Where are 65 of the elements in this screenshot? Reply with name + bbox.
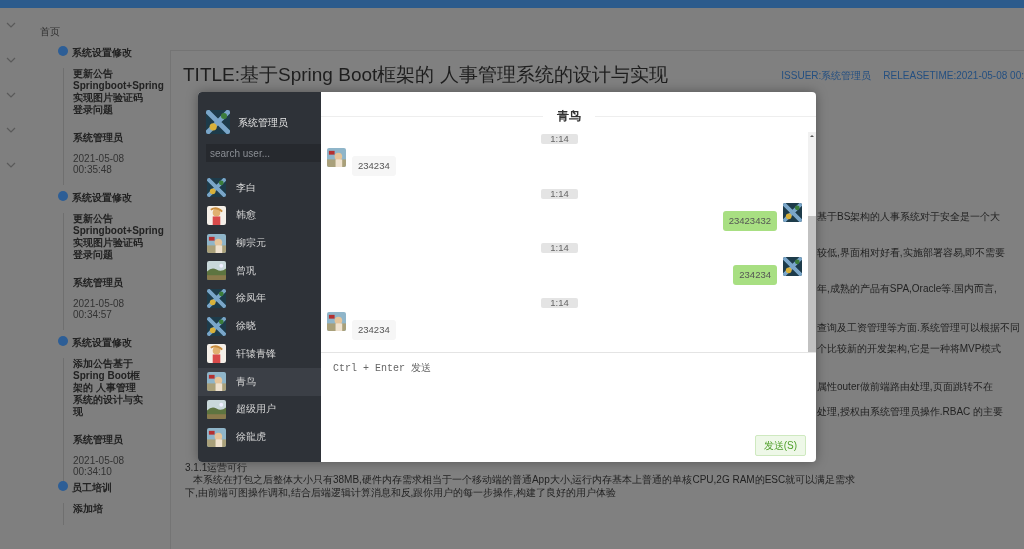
body-text: 较低,界面相对好看,实施部署容易,即不需要 bbox=[817, 247, 1007, 259]
contact-item[interactable]: 曾巩 bbox=[198, 257, 321, 285]
timeline-time: 2021-05-08 00:35:48 bbox=[73, 153, 126, 175]
search-field[interactable]: search user... bbox=[206, 144, 321, 162]
chevron-down-icon[interactable] bbox=[6, 56, 16, 64]
message-time: 1:14 bbox=[541, 297, 578, 308]
user-name: 系统管理员 bbox=[238, 115, 288, 130]
timeline-author: 系统管理员 bbox=[73, 433, 124, 447]
contact-item[interactable]: 轩辕青锋 bbox=[198, 340, 321, 368]
chevron-down-icon[interactable] bbox=[6, 21, 16, 29]
timeline-title: 员工培训 bbox=[72, 481, 113, 495]
timeline-dot bbox=[58, 191, 68, 201]
timeline-text: 实现图片验证码 bbox=[73, 92, 143, 104]
contact-item[interactable]: 徐龍虎 bbox=[198, 423, 321, 451]
body-text: 处理,授权由系统管理员操作.RBAC 的主要 bbox=[817, 406, 1005, 418]
timeline-dot bbox=[58, 336, 68, 346]
timeline-author: 系统管理员 bbox=[73, 131, 124, 145]
timeline-text: Springboot+Spring bbox=[73, 225, 165, 237]
timeline-author: 系统管理员 bbox=[73, 276, 124, 290]
contact-item[interactable]: 青鸟 bbox=[198, 367, 321, 396]
contact-item[interactable]: 超级用户 bbox=[198, 395, 321, 424]
release-time: RELEASETIME:2021-05-08 00: bbox=[883, 69, 1024, 83]
body-text: 3.1.1运营可行 bbox=[185, 461, 248, 474]
timeline-text: 添加公告基于 bbox=[73, 358, 134, 370]
message-bubble: 234234 bbox=[733, 265, 777, 286]
timeline-text: 更新公告 bbox=[73, 213, 114, 225]
timeline-title: 系统设置修改 bbox=[72, 191, 133, 205]
timeline-text: 添加培 bbox=[73, 503, 104, 515]
timeline-dot bbox=[58, 481, 68, 491]
chat-title: 青鸟 bbox=[556, 108, 581, 125]
timeline-title: 系统设置修改 bbox=[72, 46, 133, 60]
timeline-text: 登录问题 bbox=[73, 104, 114, 116]
contact-item[interactable]: 韩愈 bbox=[198, 201, 321, 230]
timeline-text: 实现图片验证码 bbox=[73, 237, 143, 249]
message-time: 1:14 bbox=[541, 243, 578, 253]
message-bubble: 234234 bbox=[352, 319, 396, 340]
contact-item[interactable]: 李白 bbox=[198, 174, 321, 202]
body-text: 查询及工资管理等方面.系统管理可以根据不同 bbox=[817, 322, 1020, 334]
timeline-dot bbox=[58, 46, 68, 56]
timeline-text: 更新公告 bbox=[73, 68, 114, 80]
timeline-title: 系统设置修改 bbox=[72, 336, 133, 350]
contact-item[interactable]: 柳宗元 bbox=[198, 229, 321, 258]
body-text: 年,成熟的产品有SPA,Oracle等.国内而言, bbox=[817, 283, 998, 295]
timeline-time: 2021-05-08 00:34:57 bbox=[73, 298, 126, 320]
message-time: 1:14 bbox=[541, 134, 578, 144]
contact-item[interactable]: 徐凤年 bbox=[198, 284, 321, 313]
chevron-down-icon[interactable] bbox=[6, 126, 16, 134]
timeline-text: 架的 人事管理 bbox=[73, 382, 137, 394]
scroll-up-icon[interactable] bbox=[808, 132, 816, 140]
message-bubble: 23423432 bbox=[722, 210, 777, 231]
timeline-text: 系统的设计与实 bbox=[73, 394, 144, 406]
timeline-text: 登录问题 bbox=[73, 249, 114, 261]
issuer-label: ISSUER:系统管理员 bbox=[781, 69, 872, 83]
message-bubble: 234234 bbox=[352, 156, 396, 177]
timeline-text: 现 bbox=[73, 406, 84, 418]
chevron-down-icon[interactable] bbox=[6, 161, 16, 169]
article-title: TITLE:基于Spring Boot框架的 人事管理系统的设计与实现 bbox=[183, 62, 668, 87]
contact-item[interactable]: 徐晓 bbox=[198, 312, 321, 341]
chevron-down-icon[interactable] bbox=[6, 91, 16, 99]
body-text: 属性outer做前端路由处理,页面跳转不在 bbox=[817, 381, 994, 393]
timeline-text: Spring Boot框 bbox=[73, 370, 142, 382]
message-time: 1:14 bbox=[541, 188, 578, 199]
timeline-text: Springboot+Spring bbox=[73, 80, 165, 92]
scrollbar[interactable] bbox=[808, 132, 816, 352]
timeline-time: 2021-05-08 00:34:10 bbox=[73, 455, 126, 477]
